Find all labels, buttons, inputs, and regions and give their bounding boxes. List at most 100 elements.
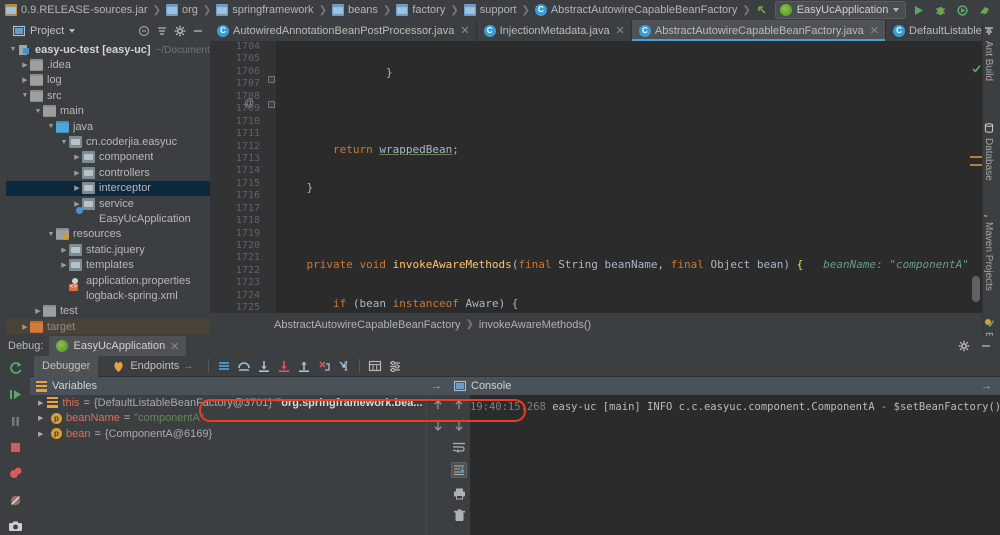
debug-session-tab[interactable]: EasyUcApplication ✕	[49, 336, 186, 356]
fold-marker-icon[interactable]	[268, 101, 275, 108]
chevron-down-icon[interactable]	[69, 29, 75, 33]
print-icon[interactable]	[453, 487, 466, 500]
variables-list[interactable]: ▶ this = {DefaultListableBeanFactory@370…	[30, 395, 426, 442]
breadcrumb-springframework[interactable]: springframework	[213, 0, 316, 20]
step-into-icon[interactable]	[256, 358, 272, 374]
variable-row-beanname[interactable]: ▶ p beanName = "componentA"	[30, 411, 426, 427]
editor-scrollbar-thumb[interactable]	[972, 276, 980, 302]
expand-arrow-icon[interactable]: ▶	[72, 153, 82, 161]
tree-node-java[interactable]: ▼ java	[6, 119, 210, 134]
breadcrumb-org[interactable]: org	[163, 0, 201, 20]
breadcrumb-beans[interactable]: beans	[329, 0, 381, 20]
fold-marker-icon[interactable]	[268, 76, 275, 83]
expand-arrow-icon[interactable]: ▶	[20, 76, 30, 84]
frames-icon[interactable]	[216, 358, 232, 374]
mute-breakpoints-icon[interactable]	[6, 491, 24, 508]
overflow-arrow-icon[interactable]: →	[183, 361, 193, 372]
profile-icon[interactable]	[975, 1, 994, 20]
breadcrumb-jar[interactable]: 0.9.RELEASE-sources.jar	[2, 0, 151, 20]
tree-node-logback-spring-xml[interactable]: logback-spring.xml	[6, 288, 210, 303]
annotation-gutter-icon[interactable]: @	[244, 98, 254, 109]
scroll-up-icon[interactable]	[453, 399, 465, 411]
editor-tab-autowiredannotationbeanpostprocessor[interactable]: C AutowiredAnnotationBeanPostProcessor.j…	[210, 20, 477, 41]
editor-tab-injectionmetadata[interactable]: C InjectionMetadata.java ✕	[477, 20, 632, 41]
scroll-down-icon[interactable]	[432, 420, 444, 432]
tree-node-easy-uc-test[interactable]: ▼ easy-uc-test [easy-uc]~/Documents	[6, 42, 210, 57]
tree-node-static-jquery[interactable]: ▶ static.jquery	[6, 242, 210, 257]
debug-tab-endpoints[interactable]: Endpoints →	[102, 356, 201, 377]
variable-row-this[interactable]: ▶ this = {DefaultListableBeanFactory@370…	[30, 395, 426, 411]
hide-icon[interactable]	[192, 25, 204, 37]
close-icon[interactable]: ✕	[460, 24, 469, 37]
tree-node-application-properties[interactable]: application.properties	[6, 273, 210, 288]
overflow-arrow-icon[interactable]: →	[431, 380, 448, 392]
expand-arrow-icon[interactable]: ▶	[72, 169, 82, 177]
breadcrumb-factory[interactable]: factory	[393, 0, 448, 20]
expand-arrow-icon[interactable]: ▶	[20, 61, 30, 69]
settings-gear-icon[interactable]	[174, 25, 186, 37]
evaluate-expression-icon[interactable]	[367, 358, 383, 374]
expand-arrow-icon[interactable]: ▶	[38, 414, 47, 422]
stop-icon[interactable]	[6, 439, 24, 456]
run-icon[interactable]	[909, 1, 928, 20]
editor-vertical-scrollbar[interactable]	[970, 62, 982, 313]
expand-arrow-icon[interactable]: ▼	[20, 92, 30, 99]
close-icon[interactable]: ✕	[616, 24, 625, 37]
tool-window-button-ant-build[interactable]: Ant Build	[983, 22, 994, 85]
expand-arrow-icon[interactable]: ▼	[59, 139, 69, 146]
code-editor[interactable]: 1704 1705 1706 1707 1708 1709 1710 1711 …	[210, 41, 982, 313]
drop-frame-icon[interactable]	[316, 358, 332, 374]
expand-arrow-icon[interactable]: ▼	[46, 123, 56, 130]
expand-arrow-icon[interactable]: ▶	[20, 323, 30, 331]
expand-arrow-icon[interactable]: ▶	[72, 184, 82, 192]
editor-error-stripe-marker[interactable]	[970, 156, 982, 158]
expand-arrow-icon[interactable]: ▶	[59, 246, 69, 254]
soft-wrap-icon[interactable]	[452, 441, 466, 453]
tree-node-log[interactable]: ▶ log	[6, 73, 210, 88]
tree-node-main[interactable]: ▼ main	[6, 104, 210, 119]
editor-error-stripe-marker[interactable]	[970, 164, 982, 166]
tree-node-templates[interactable]: ▶ templates	[6, 257, 210, 272]
close-icon[interactable]: ✕	[170, 340, 179, 353]
tool-window-button-database[interactable]: Database	[983, 119, 994, 185]
breadcrumb-class[interactable]: C AbstractAutowireCapableBeanFactory	[532, 0, 740, 20]
overflow-arrow-icon[interactable]: →	[981, 380, 1000, 392]
rerun-icon[interactable]	[6, 360, 24, 377]
editor-tab-defaultlistablebeanfactory[interactable]: C DefaultListableBeanFactory.java ✕	[886, 20, 982, 41]
clear-all-icon[interactable]	[453, 509, 466, 522]
expand-arrow-icon[interactable]: ▼	[46, 231, 56, 238]
scroll-down-icon[interactable]	[453, 420, 465, 432]
expand-arrow-icon[interactable]: ▶	[33, 307, 43, 315]
close-icon[interactable]: ✕	[870, 24, 879, 37]
breadcrumb-class-name[interactable]: AbstractAutowireCapableBeanFactory	[274, 319, 460, 331]
expand-arrow-icon[interactable]: ▼	[8, 46, 18, 53]
run-with-coverage-icon[interactable]	[953, 1, 972, 20]
flatten-packages-icon[interactable]	[156, 25, 168, 37]
force-step-into-icon[interactable]	[276, 358, 292, 374]
scroll-up-icon[interactable]	[432, 399, 444, 411]
expand-arrow-icon[interactable]: ▶	[59, 261, 69, 269]
expand-arrow-icon[interactable]: ▼	[33, 108, 43, 115]
hide-icon[interactable]	[980, 340, 992, 352]
editor-tab-abstractautowirecapablebeanfactory[interactable]: C AbstractAutowireCapableBeanFactory.jav…	[632, 20, 886, 41]
breadcrumb-method-name[interactable]: invokeAwareMethods()	[479, 319, 591, 331]
inspection-ok-icon[interactable]	[972, 64, 981, 73]
debug-icon[interactable]	[931, 1, 950, 20]
tree-node-idea[interactable]: ▶ .idea	[6, 57, 210, 72]
tree-node-test[interactable]: ▶ test	[6, 304, 210, 319]
expand-arrow-icon[interactable]: ▶	[38, 430, 47, 438]
tree-node-src[interactable]: ▼ src	[6, 88, 210, 103]
tree-node-resources[interactable]: ▼ resources	[6, 227, 210, 242]
editor-gutter[interactable]: 1704 1705 1706 1707 1708 1709 1710 1711 …	[210, 41, 266, 313]
run-to-cursor-icon[interactable]	[336, 358, 352, 374]
back-arrow-icon[interactable]	[753, 1, 772, 20]
step-out-icon[interactable]	[296, 358, 312, 374]
tree-node-target[interactable]: ▶ target	[6, 319, 210, 334]
project-tree[interactable]: ▼ easy-uc-test [easy-uc]~/Documents ▶ .i…	[6, 42, 210, 336]
tree-node-controllers[interactable]: ▶ controllers	[6, 165, 210, 180]
screenshot-icon[interactable]	[6, 518, 24, 535]
collapse-all-icon[interactable]	[138, 25, 150, 37]
pause-program-icon[interactable]	[6, 413, 24, 430]
tree-node-service[interactable]: ▶ service	[6, 196, 210, 211]
code-text[interactable]: } return wrappedBean; } private void inv…	[276, 41, 982, 313]
